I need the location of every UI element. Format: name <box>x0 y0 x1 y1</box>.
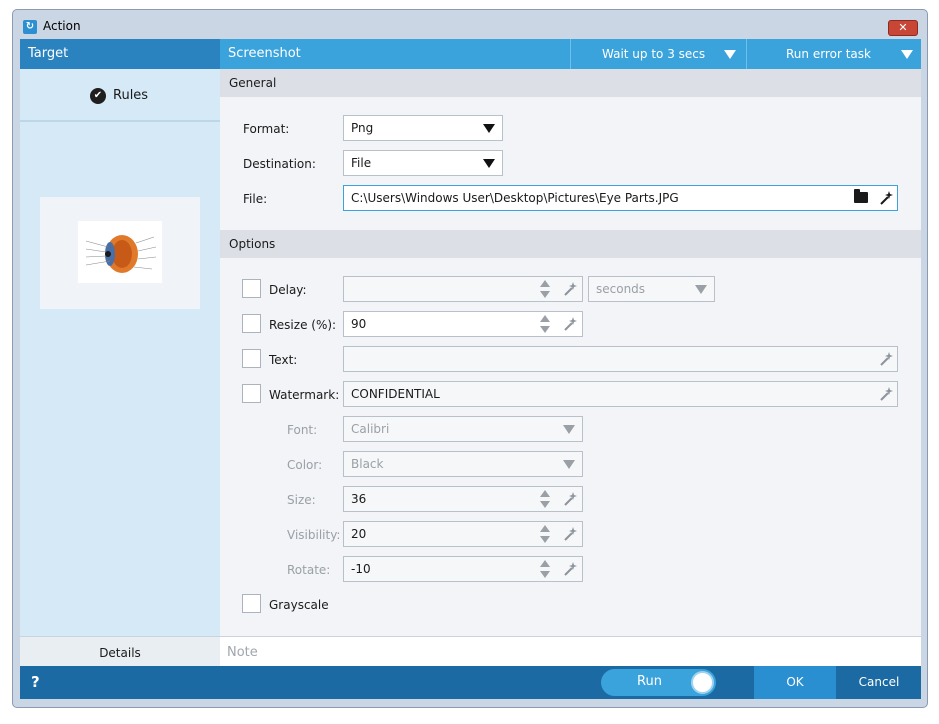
target-tab[interactable]: Target <box>20 39 220 69</box>
magic-wand-icon[interactable] <box>562 281 578 297</box>
footer-bar: ? Run OK Cancel <box>20 666 921 699</box>
magic-wand-icon[interactable] <box>562 526 578 542</box>
format-select[interactable]: Png <box>343 115 503 141</box>
chevron-down-icon <box>724 50 736 59</box>
destination-label: Destination: <box>243 157 316 171</box>
size-value: 36 <box>351 492 367 506</box>
toggle-knob <box>691 671 714 694</box>
delay-unit-select[interactable]: seconds <box>588 276 715 302</box>
size-label: Size: <box>287 493 316 507</box>
visibility-input[interactable]: 20 <box>343 521 583 547</box>
action-header: Target Screenshot Wait up to 3 secs Run … <box>20 39 921 69</box>
ok-button[interactable]: OK <box>754 666 836 699</box>
details-tab[interactable]: Details <box>20 636 220 666</box>
watermark-checkbox[interactable] <box>242 384 261 403</box>
action-window: ↻ Action ✕ Target Screenshot Wait up to … <box>12 9 928 708</box>
size-input[interactable]: 36 <box>343 486 583 512</box>
error-task-label: Run error task <box>786 47 871 61</box>
file-label: File: <box>243 192 268 206</box>
format-label: Format: <box>243 122 290 136</box>
file-value: C:\Users\Windows User\Desktop\Pictures\E… <box>351 191 679 205</box>
destination-value: File <box>351 156 372 170</box>
grayscale-label: Grayscale <box>269 598 329 612</box>
cancel-button[interactable]: Cancel <box>837 666 921 699</box>
magic-wand-icon[interactable] <box>562 561 578 577</box>
rotate-value: -10 <box>351 562 371 576</box>
resize-checkbox[interactable] <box>242 314 261 333</box>
format-value: Png <box>351 121 374 135</box>
file-input[interactable]: C:\Users\Windows User\Desktop\Pictures\E… <box>343 185 898 211</box>
rotate-input[interactable]: -10 <box>343 556 583 582</box>
error-task-dropdown[interactable]: Run error task <box>746 39 921 69</box>
resize-value: 90 <box>351 317 367 331</box>
help-button[interactable]: ? <box>31 673 40 691</box>
resize-label: Resize (%): <box>269 318 337 332</box>
delay-checkbox[interactable] <box>242 279 261 298</box>
visibility-value: 20 <box>351 527 367 541</box>
resize-input[interactable]: 90 <box>343 311 583 337</box>
color-label: Color: <box>287 458 323 472</box>
window-title: Action <box>43 19 81 33</box>
watermark-value: CONFIDENTIAL <box>351 387 440 401</box>
rules-label: Rules <box>113 88 149 103</box>
general-section-header: General <box>220 69 921 97</box>
title-bar[interactable]: ↻ Action ✕ <box>13 10 927 40</box>
run-label: Run <box>637 674 662 689</box>
dialog-client: Target Screenshot Wait up to 3 secs Run … <box>20 39 921 699</box>
delay-unit-value: seconds <box>596 282 646 296</box>
options-section-header: Options <box>220 230 921 258</box>
action-title: Screenshot <box>228 46 301 61</box>
spinner-arrows-icon[interactable] <box>540 559 550 579</box>
target-thumbnail[interactable] <box>40 197 200 309</box>
run-toggle[interactable]: Run <box>601 669 716 696</box>
wait-label: Wait up to 3 secs <box>602 47 706 61</box>
chevron-down-icon <box>695 285 707 294</box>
chevron-down-icon <box>563 460 575 469</box>
chevron-down-icon <box>483 124 495 133</box>
font-label: Font: <box>287 423 318 437</box>
watermark-input[interactable]: CONFIDENTIAL <box>343 381 898 407</box>
spinner-arrows-icon[interactable] <box>540 524 550 544</box>
text-label: Text: <box>269 353 298 367</box>
font-select[interactable]: Calibri <box>343 416 583 442</box>
folder-icon[interactable] <box>854 189 868 203</box>
check-circle-icon: ✔ <box>90 88 106 104</box>
delay-label: Delay: <box>269 283 307 297</box>
rules-button[interactable]: ✔ Rules <box>20 69 220 122</box>
magic-wand-icon[interactable] <box>878 190 894 206</box>
magic-wand-icon[interactable] <box>562 316 578 332</box>
color-select[interactable]: Black <box>343 451 583 477</box>
app-icon: ↻ <box>23 20 37 34</box>
watermark-label: Watermark: <box>269 388 340 402</box>
spinner-arrows-icon[interactable] <box>540 314 550 334</box>
destination-select[interactable]: File <box>343 150 503 176</box>
text-input[interactable] <box>343 346 898 372</box>
spinner-arrows-icon[interactable] <box>540 279 550 299</box>
target-pane: ✔ Rules <box>20 69 220 636</box>
note-input[interactable]: Note <box>220 636 921 666</box>
font-value: Calibri <box>351 422 390 436</box>
spinner-arrows-icon[interactable] <box>540 489 550 509</box>
magic-wand-icon[interactable] <box>878 351 894 367</box>
wait-dropdown[interactable]: Wait up to 3 secs <box>570 39 745 69</box>
eye-anatomy-image <box>78 221 162 283</box>
visibility-label: Visibility: <box>287 528 341 542</box>
chevron-down-icon <box>483 159 495 168</box>
grayscale-checkbox[interactable] <box>242 594 261 613</box>
chevron-down-icon <box>563 425 575 434</box>
settings-pane: General Format: Png Destination: File Fi… <box>220 69 921 636</box>
text-checkbox[interactable] <box>242 349 261 368</box>
close-button[interactable]: ✕ <box>888 20 918 36</box>
chevron-down-icon <box>901 50 913 59</box>
magic-wand-icon[interactable] <box>562 491 578 507</box>
rotate-label: Rotate: <box>287 563 331 577</box>
delay-input[interactable] <box>343 276 583 302</box>
magic-wand-icon[interactable] <box>878 386 894 402</box>
color-value: Black <box>351 457 384 471</box>
